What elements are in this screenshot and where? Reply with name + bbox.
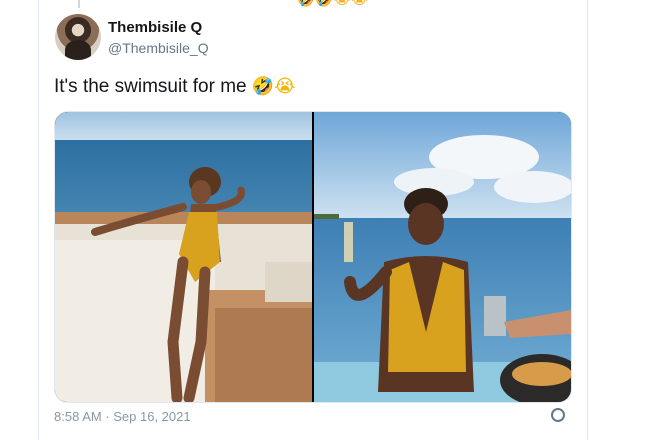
info-icon[interactable] (551, 408, 565, 422)
thread-line (78, 0, 80, 8)
tweet-emojis: 🤣😭 (251, 76, 296, 97)
media-grid (54, 111, 572, 403)
display-name[interactable]: Thembisile Q (108, 19, 202, 36)
previous-tweet-emojis: 🤣🤣😭😭 (297, 0, 369, 8)
user-handle[interactable]: @Thembisile_Q (108, 40, 209, 56)
photo-yacht[interactable] (55, 112, 312, 402)
tweet-body: It's the swimsuit for me (54, 76, 247, 97)
photo-pool[interactable] (314, 112, 571, 402)
avatar[interactable] (55, 14, 101, 60)
tweet-text: It's the swimsuit for me 🤣😭 (54, 76, 295, 98)
